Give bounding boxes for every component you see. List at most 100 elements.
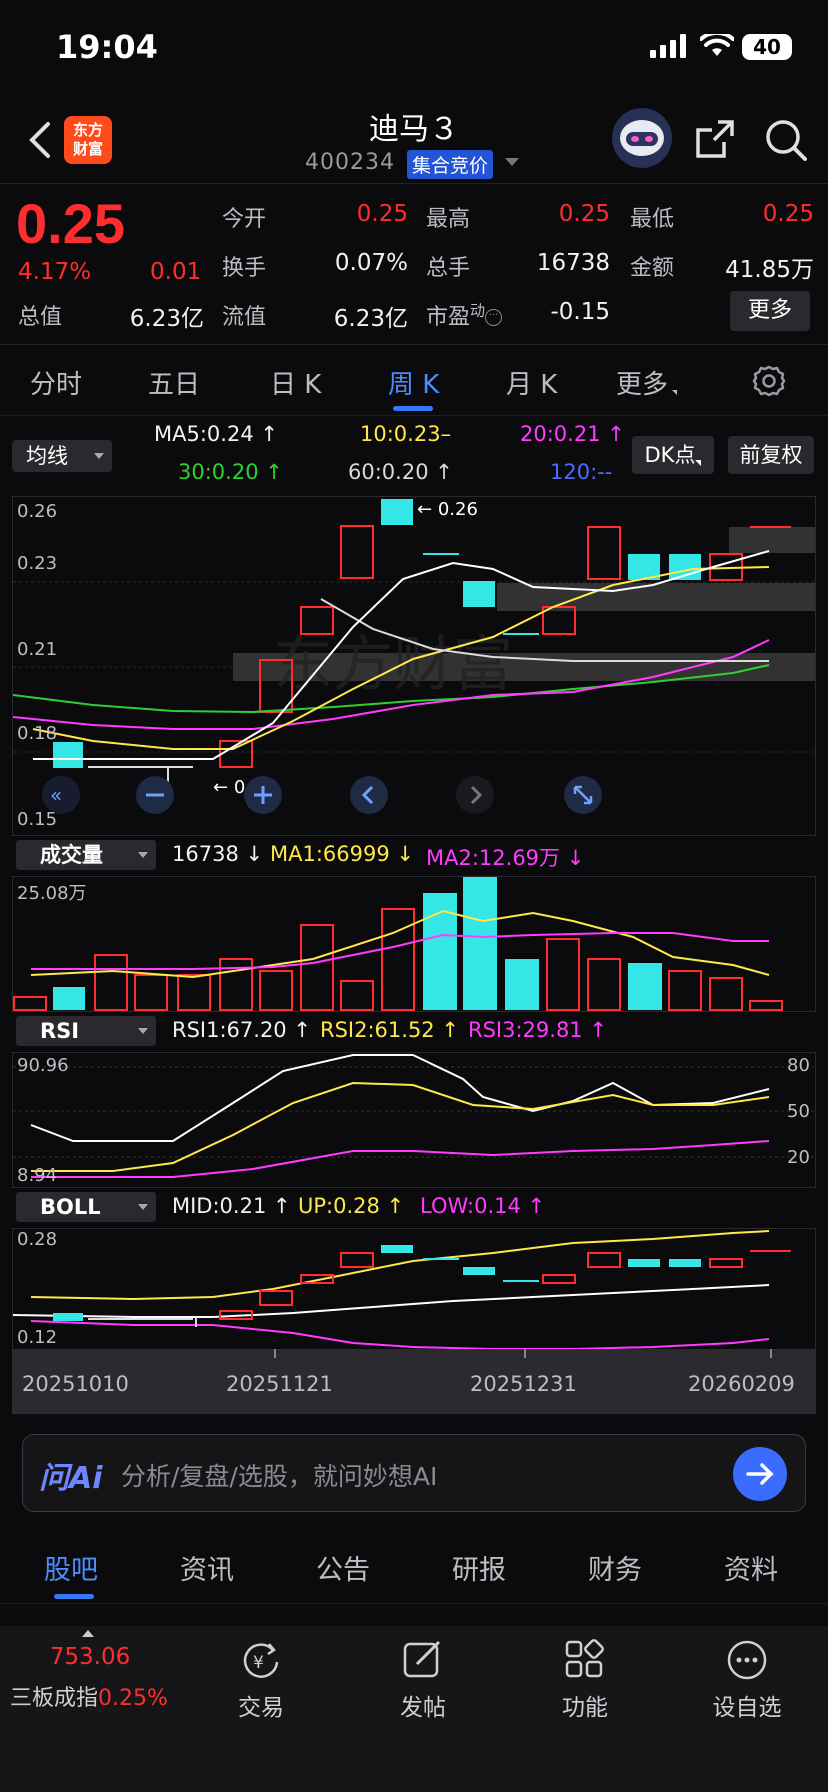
tab-weekly-k[interactable]: 周 K bbox=[388, 364, 439, 401]
candle bbox=[463, 581, 495, 607]
nav-functions-label: 功能 bbox=[562, 1695, 608, 1721]
volume-bar bbox=[259, 970, 293, 1011]
boll-selector-label: BOLL bbox=[40, 1195, 101, 1219]
indicator-selector-ma[interactable]: 均线 bbox=[12, 440, 112, 472]
tab-research[interactable]: 研报 bbox=[452, 1548, 506, 1587]
volume-bars bbox=[13, 877, 783, 1011]
expand-icon[interactable] bbox=[563, 775, 603, 815]
high-marker: ← 0.26 bbox=[417, 499, 478, 520]
tab-profile[interactable]: 资料 bbox=[724, 1548, 778, 1587]
change-amount: 0.01 bbox=[150, 259, 202, 285]
volume-bar bbox=[134, 974, 168, 1011]
volume-value: 16738 bbox=[536, 250, 610, 276]
stock-code: 400234 bbox=[305, 150, 395, 175]
trade-icon: ¥ bbox=[243, 1643, 279, 1678]
candle bbox=[340, 525, 374, 579]
candle bbox=[53, 742, 83, 768]
scroll-right-icon[interactable] bbox=[455, 775, 495, 815]
corner-caret-icon bbox=[695, 460, 702, 466]
scroll-left-icon[interactable] bbox=[349, 775, 389, 815]
ai-query-box[interactable]: 问Ai 分析/复盘/选股，就问妙想AI bbox=[22, 1434, 806, 1512]
more-button[interactable]: 更多 bbox=[730, 291, 810, 331]
candle bbox=[381, 499, 413, 525]
battery-icon: 40 bbox=[742, 34, 792, 60]
candle bbox=[542, 606, 576, 635]
chevron-down-icon bbox=[138, 1204, 148, 1210]
chevron-down-icon bbox=[94, 453, 104, 459]
zoom-in-icon[interactable] bbox=[243, 775, 283, 815]
ma60-text: 60:0.20 bbox=[348, 460, 429, 484]
volume-bar bbox=[587, 958, 621, 1011]
tab-daily-k[interactable]: 日 K bbox=[270, 364, 321, 401]
ma20-text: 20:0.21 bbox=[520, 422, 601, 446]
rsi-level-50: 50 bbox=[787, 1101, 810, 1122]
volume-axis-max: 25.08万 bbox=[17, 883, 87, 904]
gear-icon[interactable] bbox=[752, 364, 786, 398]
indicator-selector-volume[interactable]: 成交量 bbox=[16, 840, 156, 870]
more-circle-icon bbox=[727, 1640, 767, 1680]
tab-finance[interactable]: 财务 bbox=[588, 1548, 642, 1587]
bottom-nav: 753.06 三板成指0.25% ¥ 交易 发帖 功能 设自选 bbox=[0, 1626, 828, 1792]
tab-guba[interactable]: 股吧 bbox=[44, 1548, 98, 1587]
tab-news[interactable]: 资讯 bbox=[180, 1548, 234, 1587]
turnover-value: 0.07% bbox=[334, 250, 408, 276]
grid-icon bbox=[565, 1639, 604, 1678]
indicator-selector-boll[interactable]: BOLL bbox=[16, 1192, 156, 1222]
dk-point-button[interactable]: DK点 bbox=[632, 436, 714, 474]
volume-bar bbox=[749, 1000, 783, 1011]
zoom-out-icon[interactable] bbox=[135, 775, 175, 815]
ma30-text: 30:0.20 bbox=[178, 460, 259, 484]
volume-bar bbox=[300, 924, 334, 1011]
ai-assistant-avatar[interactable] bbox=[612, 108, 672, 168]
boll-panel[interactable]: 0.28 0.12 bbox=[12, 1228, 816, 1359]
rsi1-line bbox=[30, 1054, 770, 1142]
rsi-level-20: 20 bbox=[787, 1147, 810, 1168]
ai-submit-button[interactable] bbox=[733, 1447, 787, 1501]
price-axis-label: 0.26 bbox=[17, 501, 58, 522]
volume-bar bbox=[53, 987, 85, 1010]
volume-label: 总手 bbox=[426, 256, 471, 281]
trading-phase-badge[interactable]: 集合竞价 bbox=[407, 150, 494, 179]
forward-adjust-button[interactable]: 前复权 bbox=[728, 436, 814, 474]
tab-monthly-k[interactable]: 月 K bbox=[506, 364, 557, 401]
volume-bar bbox=[340, 980, 374, 1011]
candle bbox=[259, 1290, 293, 1306]
rsi-level-80: 80 bbox=[787, 1055, 810, 1076]
search-icon[interactable] bbox=[764, 118, 808, 162]
boll-mid-text: MID:0.21 bbox=[172, 1194, 267, 1218]
volume-bar bbox=[546, 938, 580, 1011]
scroll-left-fast-icon[interactable]: « bbox=[41, 775, 81, 815]
volume-ma1: MA1:66999 ↓ bbox=[270, 842, 415, 866]
tab-intraday[interactable]: 分时 bbox=[30, 364, 82, 401]
ma5-text: MA5:0.24 bbox=[154, 422, 254, 446]
tab-announcements[interactable]: 公告 bbox=[316, 1548, 370, 1587]
volume-bar bbox=[13, 996, 47, 1011]
ma120-value: 120:-- bbox=[550, 460, 613, 484]
float-cap-label: 流值 bbox=[222, 305, 267, 330]
date-label: 20260209 bbox=[688, 1372, 795, 1396]
rsi2-text: RSI2:61.52 bbox=[320, 1018, 435, 1042]
rsi2-line bbox=[31, 1081, 770, 1172]
nav-trade-label: 交易 bbox=[238, 1695, 284, 1721]
volume-panel[interactable]: 25.08万 bbox=[12, 876, 816, 1012]
status-time: 19:04 bbox=[56, 28, 158, 66]
price-axis-label: 0.21 bbox=[17, 639, 58, 660]
share-icon[interactable] bbox=[694, 118, 736, 160]
low-value: 0.25 bbox=[762, 201, 814, 227]
resistance-band bbox=[729, 527, 815, 553]
kline-panel[interactable]: 东方财富 ← 0.26 ← 0.26 0.23 0.21 0.18 0.15 « bbox=[12, 496, 816, 836]
candle bbox=[587, 1252, 621, 1268]
market-cap-label: 总值 bbox=[18, 305, 63, 330]
chevron-down-icon[interactable] bbox=[505, 158, 519, 166]
rsi3-text: RSI3:29.81 bbox=[468, 1018, 583, 1042]
rsi1-text: RSI1:67.20 bbox=[172, 1018, 287, 1042]
tab-more[interactable]: 更多 bbox=[616, 364, 678, 401]
boll-candles bbox=[53, 1245, 791, 1327]
date-label: 20251231 bbox=[470, 1372, 577, 1396]
indicator-selector-rsi[interactable]: RSI bbox=[16, 1016, 156, 1046]
high-value: 0.25 bbox=[558, 201, 610, 227]
tab-five-day[interactable]: 五日 bbox=[148, 364, 200, 401]
pe-label-text: 市盈 bbox=[426, 305, 471, 330]
rsi-panel[interactable]: 90.96 8.94 80 50 20 bbox=[12, 1052, 816, 1188]
open-value: 0.25 bbox=[356, 201, 408, 227]
